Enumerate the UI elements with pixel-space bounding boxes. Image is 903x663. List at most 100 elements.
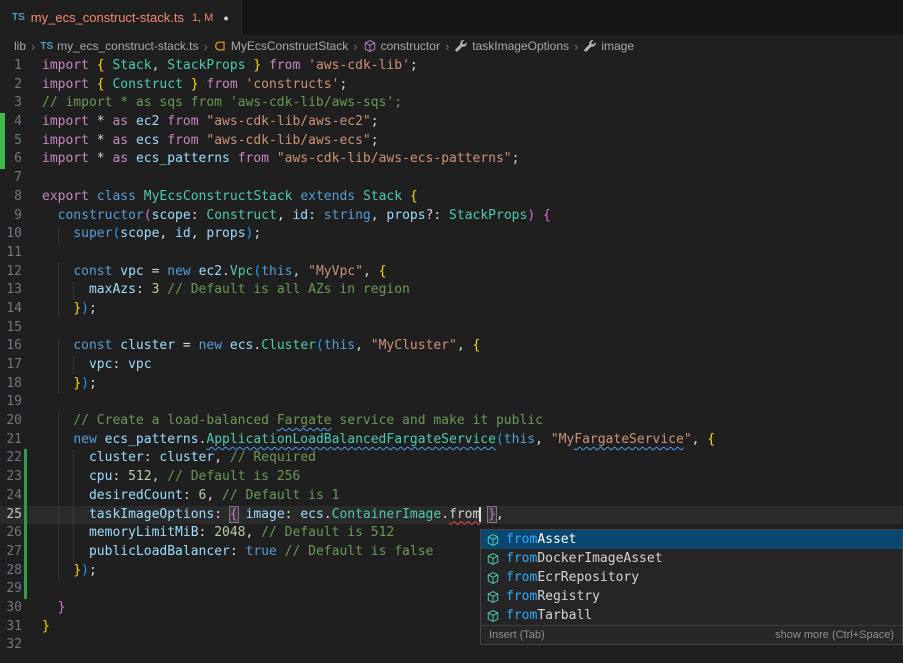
line-number[interactable]: 1 [0,57,22,76]
tab-problems-badge: 1, M [192,12,213,24]
code-line[interactable]: 14 }); [0,300,903,319]
line-number[interactable]: 14 [0,300,22,319]
method-icon [486,552,500,566]
code-line[interactable]: 11 [0,244,903,263]
indent-guide [58,300,59,319]
breadcrumb-item-my-ecs-construct-stack-ts[interactable]: TSmy_ecs_construct-stack.ts [40,39,198,53]
line-number[interactable]: 20 [0,412,22,431]
breadcrumb-item-myecsconstructstack[interactable]: MyEcsConstructStack [213,39,348,53]
code-line[interactable]: 9 constructor(scope: Construct, id: stri… [0,207,903,226]
tab-dirty-indicator[interactable]: ● [223,13,228,23]
code-text: maxAzs: 3 // Default is all AZs in regio… [42,281,410,300]
line-number[interactable]: 25 [0,506,22,525]
suggest-match-text: from [506,551,537,566]
breadcrumb-item-constructor[interactable]: constructor [363,39,440,53]
line-number[interactable]: 5 [0,132,22,151]
breadcrumb: lib›TSmy_ecs_construct-stack.ts›MyEcsCon… [0,35,903,57]
suggest-item[interactable]: fromAsset [481,530,902,549]
suggest-item[interactable]: fromDockerImageAsset [481,549,902,568]
line-number[interactable]: 7 [0,169,22,188]
line-number[interactable]: 22 [0,449,22,468]
code-text: memoryLimitMiB: 2048, // Default is 512 [42,524,394,543]
code-line[interactable]: 4import * as ec2 from "aws-cdk-lib/aws-e… [0,113,903,132]
code-line[interactable]: 24 desiredCount: 6, // Default is 1 [0,487,903,506]
line-number[interactable]: 28 [0,562,22,581]
breadcrumb-item-image[interactable]: image [583,39,634,53]
line-number[interactable]: 13 [0,281,22,300]
code-line[interactable]: 10 super(scope, id, props); [0,225,903,244]
indent-guide [58,225,59,244]
code-line[interactable]: 19 [0,393,903,412]
suggest-item[interactable]: fromEcrRepository [481,568,902,587]
code-text: // import * as sqs from 'aws-cdk-lib/aws… [42,94,402,113]
line-number[interactable]: 12 [0,263,22,282]
line-number[interactable]: 16 [0,337,22,356]
code-line[interactable]: 6import * as ecs_patterns from "aws-cdk-… [0,150,903,169]
line-number[interactable]: 32 [0,636,22,655]
code-text: cluster: cluster, // Required [42,449,316,468]
line-number[interactable]: 27 [0,543,22,562]
breadcrumb-label: MyEcsConstructStack [231,39,348,53]
code-line[interactable]: 21 new ecs_patterns.ApplicationLoadBalan… [0,431,903,450]
code-line[interactable]: 16 const cluster = new ecs.Cluster(this,… [0,337,903,356]
line-number[interactable]: 4 [0,113,22,132]
code-line[interactable]: 2import { Construct } from 'constructs'; [0,76,903,95]
code-line[interactable]: 5 import * as ecs from "aws-cdk-lib/aws-e… [0,132,903,151]
vscode-window: TS my_ecs_construct-stack.ts 1, M ● lib ›… [0,0,903,655]
line-number[interactable]: 10 [0,225,22,244]
code-text: publicLoadBalancer: true // Default is f… [42,543,433,562]
code-text: constructor(scope: Construct, id: string… [42,207,551,226]
tab-filename: my_ecs_construct-stack.ts [31,10,184,25]
line-number[interactable]: 19 [0,393,22,412]
code-line[interactable]: 3 // import * as sqs from 'aws-cdk-lib/aw… [0,94,903,113]
line-number[interactable]: 8 [0,188,22,207]
breadcrumb-label: lib [14,39,26,53]
code-line[interactable]: 23 cpu: 512, // Default is 256 [0,468,903,487]
code-line[interactable]: 18 }); [0,375,903,394]
suggest-item[interactable]: fromTarball [481,606,902,625]
indent-guide [58,356,59,375]
code-text: import * as ecs from "aws-cdk-lib/aws-ec… [42,132,379,151]
line-number[interactable]: 9 [0,207,22,226]
code-text: super(scope, id, props); [42,225,261,244]
line-number[interactable]: 11 [0,244,22,263]
property-icon [454,39,468,53]
code-text: new ecs_patterns.ApplicationLoadBalanced… [42,431,715,450]
line-number[interactable]: 21 [0,431,22,450]
line-number[interactable]: 18 [0,375,22,394]
indent-guide [73,524,74,543]
code-line[interactable]: 20 // Create a load-balanced Fargate ser… [0,412,903,431]
code-line[interactable]: 22 cluster: cluster, // Required [0,449,903,468]
method-icon [486,571,500,585]
suggest-item[interactable]: fromRegistry [481,587,902,606]
breadcrumb-item-taskimageoptions[interactable]: taskImageOptions [454,39,569,53]
line-number[interactable]: 24 [0,487,22,506]
code-line[interactable]: 12 const vpc = new ec2.Vpc(this, "MyVpc"… [0,263,903,282]
breadcrumb-label: taskImageOptions [472,39,569,53]
code-text: import { Stack, StackProps } from 'aws-c… [42,57,418,76]
code-line[interactable]: 17 vpc: vpc [0,356,903,375]
line-number[interactable]: 30 [0,599,22,618]
indent-guide [73,356,74,375]
code-line[interactable]: 7 [0,169,903,188]
line-number[interactable]: 15 [0,319,22,338]
line-number[interactable]: 17 [0,356,22,375]
code-line[interactable]: 13 maxAzs: 3 // Default is all AZs in re… [0,281,903,300]
breadcrumb-item-lib[interactable]: lib [14,39,26,53]
editor-tab[interactable]: TS my_ecs_construct-stack.ts 1, M ● [0,0,242,35]
line-number[interactable]: 26 [0,524,22,543]
code-line[interactable]: 25 taskImageOptions: { image: ecs.Contai… [0,506,903,525]
code-line[interactable]: 8export class MyEcsConstructStack extend… [0,188,903,207]
code-line[interactable]: 15 [0,319,903,338]
line-number[interactable]: 2 [0,76,22,95]
breadcrumb-separator: › [574,39,578,54]
indent-guide [58,468,59,487]
line-number[interactable]: 23 [0,468,22,487]
line-number[interactable]: 31 [0,618,22,637]
line-number[interactable]: 3 [0,94,22,113]
indent-guide [58,412,59,431]
suggest-footer-show-more[interactable]: show more (Ctrl+Space) [775,629,894,641]
line-number[interactable]: 29 [0,580,22,599]
code-line[interactable]: 1 import { Stack, StackProps } from 'aws-… [0,57,903,76]
line-number[interactable]: 6 [0,150,22,169]
